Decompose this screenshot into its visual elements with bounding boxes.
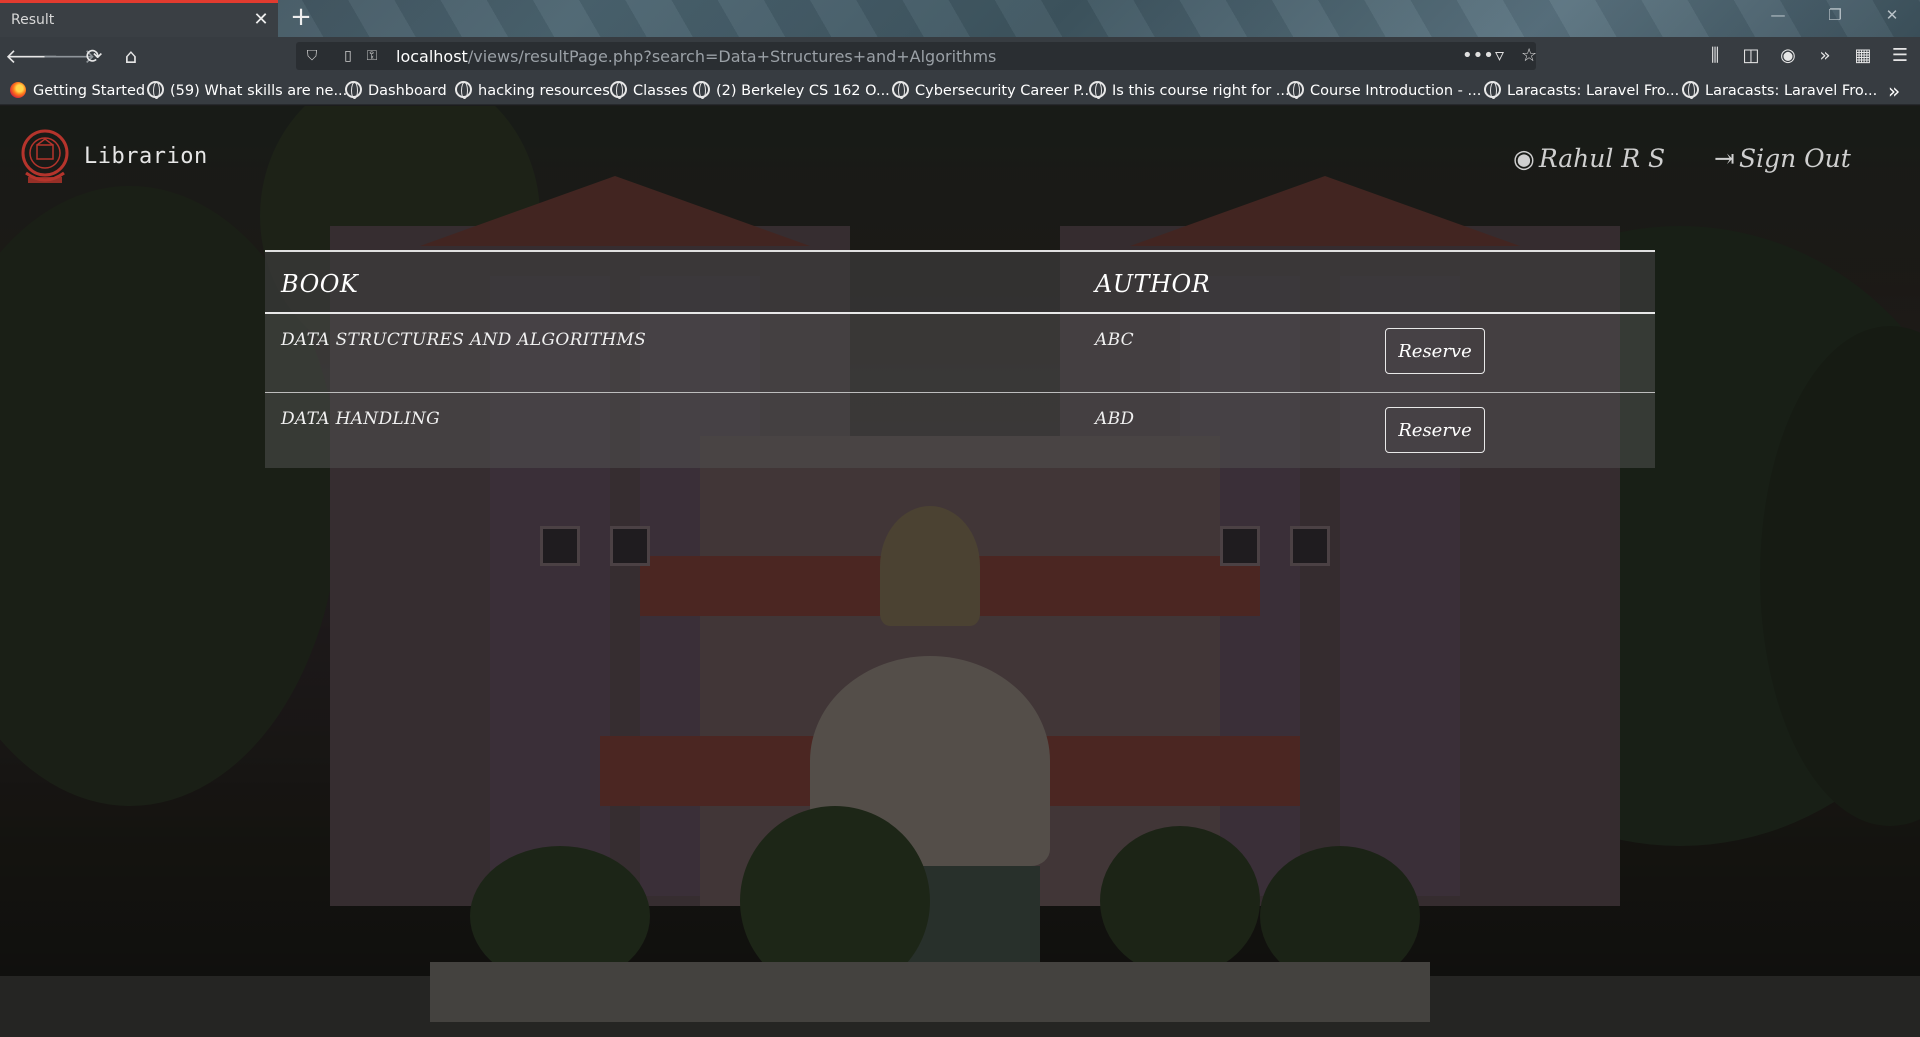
more-actions-icon[interactable]: ••• [1462, 45, 1494, 67]
new-tab-icon[interactable]: + [287, 4, 315, 32]
navigation-toolbar: 🡐 🡒 ⟳ ⌂ ⛉ ▯ ⚿ localhost/views/resultPage… [0, 37, 1920, 75]
bookmark-item[interactable]: Laracasts: Laravel Fro... [1484, 81, 1679, 101]
bookmark-item[interactable]: (2) Berkeley CS 162 O... [693, 81, 890, 101]
pocket-icon[interactable]: ▿ [1495, 45, 1504, 67]
restore-icon[interactable]: ❐ [1820, 6, 1850, 30]
library-icon[interactable]: ⫼ [1702, 44, 1728, 68]
firefox-icon [10, 82, 26, 98]
tab-close-icon[interactable]: ✕ [250, 9, 272, 31]
globe-icon [693, 81, 710, 99]
bookmarks-toolbar: Getting Started (59) What skills are ne.… [0, 75, 1920, 105]
browser-tab-active[interactable]: Result ✕ [0, 0, 278, 37]
reserve-button[interactable]: Reserve [1385, 328, 1485, 374]
table-row: DATA STRUCTURES AND ALGORITHMS ABC Reser… [265, 314, 1655, 392]
browser-tab-strip: Result ✕ + — ❐ ✕ [0, 0, 1920, 37]
url-text[interactable]: localhost/views/resultPage.php?search=Da… [396, 47, 996, 66]
globe-icon [455, 81, 472, 99]
tab-title: Result [11, 12, 55, 28]
menu-icon[interactable]: ☰ [1887, 44, 1913, 68]
bookmark-item[interactable]: Cybersecurity Career P... [892, 81, 1094, 101]
address-bar[interactable]: ⛉ ▯ ⚿ localhost/views/resultPage.php?sea… [296, 42, 1537, 70]
reload-icon[interactable]: ⟳ [80, 43, 108, 69]
sign-out-label: Sign Out [1738, 144, 1851, 173]
table-row: DATA HANDLING ABD Reserve [265, 392, 1655, 470]
background-dim-overlay [0, 106, 1920, 1037]
bookmark-item[interactable]: Is this course right for ... [1089, 81, 1290, 101]
star-icon[interactable]: ☆ [1521, 45, 1537, 67]
bookmark-item[interactable]: hacking resources [455, 81, 610, 101]
forward-icon[interactable]: 🡒 [42, 43, 96, 69]
page-viewport: Librarion ◉ Rahul R S ⇥ Sign Out BOOK AUTH… [0, 106, 1920, 1037]
sign-out-link[interactable]: ⇥ Sign Out [1714, 144, 1851, 173]
book-author: ABD [1095, 409, 1135, 429]
home-icon[interactable]: ⌂ [117, 43, 145, 69]
account-icon[interactable]: ◉ [1775, 44, 1801, 68]
bookmark-item[interactable]: Dashboard [345, 81, 447, 101]
shield-icon[interactable]: ⛉ [302, 46, 322, 66]
globe-icon [892, 81, 909, 99]
page-icon[interactable]: ▯ [338, 46, 358, 66]
bookmarks-overflow-icon[interactable]: » [1888, 79, 1900, 103]
bookmark-item[interactable]: Getting Started [10, 81, 145, 101]
bookmark-item[interactable]: Laracasts: Laravel Fro... [1682, 81, 1877, 101]
back-icon[interactable]: 🡐 [5, 43, 59, 69]
bookmark-item[interactable]: (59) What skills are ne... [147, 81, 347, 101]
user-name: Rahul R S [1538, 144, 1666, 173]
book-author: ABC [1095, 330, 1134, 350]
globe-icon [1089, 81, 1106, 99]
globe-icon [610, 81, 627, 99]
university-logo[interactable] [20, 129, 70, 187]
bookmark-item[interactable]: Course Introduction - ... [1287, 81, 1481, 101]
globe-icon [1484, 81, 1501, 99]
sidebar-icon[interactable]: ◫ [1738, 44, 1764, 68]
user-profile-link[interactable]: ◉ Rahul R S [1513, 144, 1665, 173]
book-title: DATA HANDLING [281, 409, 441, 429]
window-close-icon[interactable]: ✕ [1877, 6, 1907, 30]
bookmark-item[interactable]: Classes [610, 81, 688, 101]
book-title: DATA STRUCTURES AND ALGORITHMS [281, 330, 647, 350]
reserve-button[interactable]: Reserve [1385, 407, 1485, 453]
globe-icon [345, 81, 362, 99]
sign-out-icon: ⇥ [1714, 144, 1735, 173]
extensions-icon[interactable]: ▦ [1850, 44, 1876, 68]
overflow-icon[interactable]: » [1812, 44, 1838, 68]
brand-name[interactable]: Librarion [84, 144, 208, 169]
user-circle-icon: ◉ [1513, 144, 1535, 173]
minimize-icon[interactable]: — [1763, 6, 1793, 30]
globe-icon [1682, 81, 1699, 99]
column-header-author: AUTHOR [1095, 270, 1211, 298]
globe-icon [1287, 81, 1304, 99]
column-header-book: BOOK [281, 270, 359, 298]
table-header: BOOK AUTHOR [265, 252, 1655, 314]
globe-icon [147, 81, 164, 99]
search-results-table: BOOK AUTHOR DATA STRUCTURES AND ALGORITH… [265, 250, 1655, 468]
key-icon[interactable]: ⚿ [362, 46, 382, 66]
